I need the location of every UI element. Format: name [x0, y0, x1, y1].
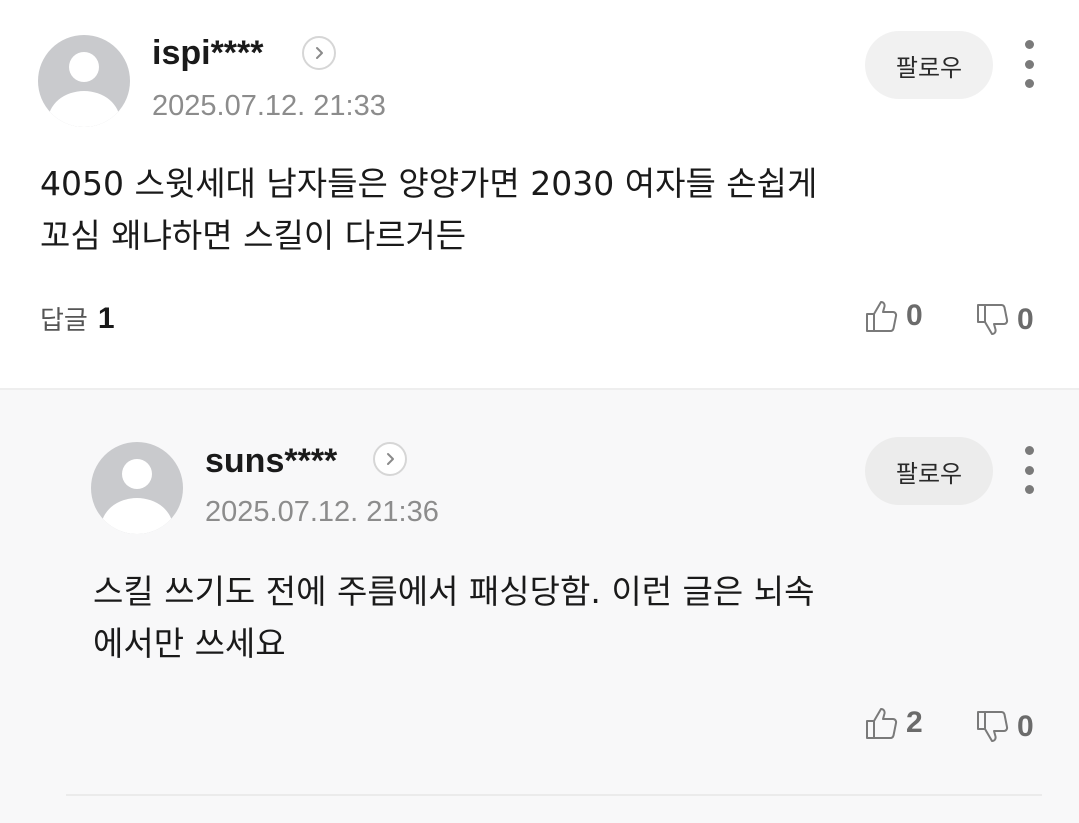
comment-date: 2025.07.12. 21:33 — [152, 90, 386, 122]
more-vertical-icon[interactable] — [1021, 446, 1037, 494]
reply-item: suns**** 2025.07.12. 21:36 팔로우 스킬 쓰기도 전에… — [0, 388, 1079, 823]
thumbs-down-icon — [977, 304, 1009, 335]
like-count: 2 — [906, 706, 923, 739]
reply-date: 2025.07.12. 21:36 — [205, 496, 439, 528]
divider — [66, 794, 1042, 796]
default-avatar-icon[interactable] — [38, 35, 130, 127]
comment-nickname[interactable]: ispi**** — [152, 34, 264, 73]
default-avatar-icon[interactable] — [91, 442, 183, 534]
reply-content-line: 스킬 쓰기도 전에 주름에서 패싱당함. 이런 글은 뇌속 — [93, 572, 815, 611]
reply-content: 스킬 쓰기도 전에 주름에서 패싱당함. 이런 글은 뇌속 에서만 쓰세요 — [93, 566, 814, 670]
reply-nickname[interactable]: suns**** — [205, 442, 337, 481]
like-button[interactable]: 0 — [864, 298, 923, 334]
comment-content-line: 꼬심 왜냐하면 스킬이 다르거든 — [40, 216, 467, 255]
comment-content-line: 4050 스윗세대 남자들은 양양가면 2030 여자들 손쉽게 — [40, 164, 818, 203]
replies-label: 답글 — [40, 306, 88, 336]
thumbs-up-icon — [866, 301, 898, 332]
reply-content-line: 에서만 쓰세요 — [93, 624, 286, 663]
like-button[interactable]: 2 — [864, 705, 923, 741]
chevron-right-icon[interactable] — [302, 36, 336, 70]
like-count: 0 — [906, 299, 923, 332]
replies-count: 1 — [97, 301, 115, 335]
dislike-count: 0 — [1017, 303, 1034, 336]
replies-toggle[interactable]: 답글 1 — [40, 300, 115, 337]
thumbs-down-icon — [977, 711, 1009, 742]
dislike-button[interactable]: 0 — [975, 302, 1034, 338]
comment-content: 4050 스윗세대 남자들은 양양가면 2030 여자들 손쉽게 꼬심 왜냐하면… — [40, 158, 817, 262]
comment-item: ispi**** 2025.07.12. 21:33 팔로우 4050 스윗세대… — [0, 0, 1079, 388]
more-vertical-icon[interactable] — [1021, 40, 1037, 88]
follow-button[interactable]: 팔로우 — [865, 437, 993, 505]
chevron-right-icon[interactable] — [373, 442, 407, 476]
dislike-count: 0 — [1017, 710, 1034, 743]
thumbs-up-icon — [866, 708, 898, 739]
follow-button[interactable]: 팔로우 — [865, 31, 993, 99]
dislike-button[interactable]: 0 — [975, 709, 1034, 745]
